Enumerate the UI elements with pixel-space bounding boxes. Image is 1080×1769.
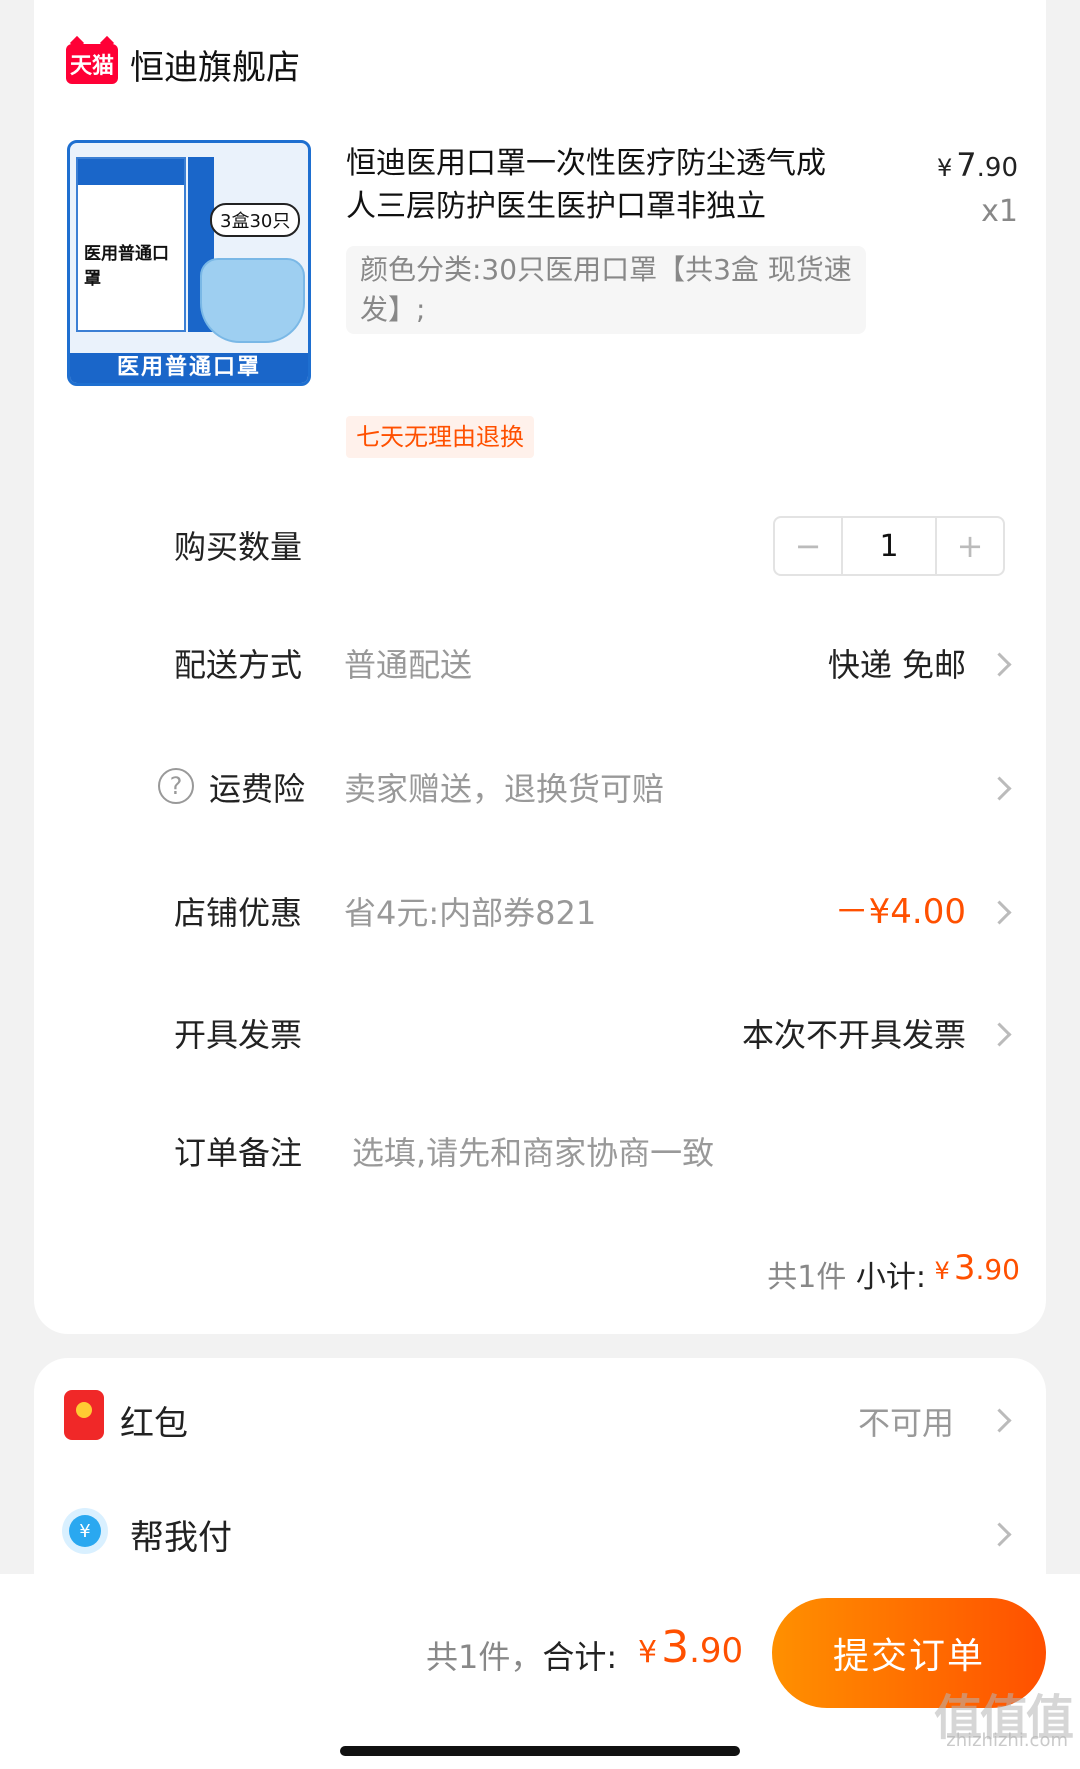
chevron-right-icon[interactable] bbox=[987, 1522, 1012, 1547]
delivery-sub: 普通配送 bbox=[344, 646, 473, 684]
subtotal-currency: ¥ bbox=[934, 1257, 950, 1285]
subtotal-dec: .90 bbox=[975, 1253, 1020, 1286]
product-price: ¥7.90 bbox=[937, 146, 1018, 184]
yuan-coin-icon: ¥ bbox=[62, 1508, 108, 1554]
shop-discount-value[interactable]: －¥4.00 bbox=[835, 884, 966, 933]
insurance-label: 运费险 bbox=[209, 770, 306, 808]
product-pack-pill: 3盒30只 bbox=[210, 203, 301, 237]
help-circle-icon[interactable]: ? bbox=[158, 768, 194, 804]
home-indicator[interactable] bbox=[340, 1746, 740, 1756]
chevron-right-icon[interactable] bbox=[987, 900, 1012, 925]
product-quantity: x1 bbox=[981, 194, 1018, 229]
subtotal-int: 3 bbox=[953, 1248, 976, 1288]
product-image-banner: 医用普通口罩 bbox=[70, 353, 308, 383]
yuan-coin-symbol: ¥ bbox=[69, 1515, 101, 1547]
chevron-right-icon[interactable] bbox=[987, 776, 1012, 801]
store-name[interactable]: 恒迪旗舰店 bbox=[130, 40, 300, 89]
total-currency: ¥ bbox=[638, 1635, 658, 1670]
shop-discount-sub: 省4元:内部券821 bbox=[344, 894, 597, 932]
chevron-right-icon[interactable] bbox=[987, 1408, 1012, 1433]
total-value: ¥3.90 bbox=[638, 1622, 743, 1673]
decrement-button[interactable]: − bbox=[775, 518, 841, 574]
quantity-value[interactable]: 1 bbox=[841, 518, 937, 574]
price-currency: ¥ bbox=[937, 154, 953, 182]
hongbao-value[interactable]: 不可用 bbox=[858, 1398, 954, 1444]
subtotal-label: 共1件 小计: bbox=[767, 1252, 926, 1296]
tmall-logo-icon: 天猫 bbox=[66, 44, 118, 84]
watermark-url: zhizhizhi.com bbox=[946, 1730, 1068, 1751]
total-text: 合计: bbox=[542, 1638, 618, 1676]
remark-label: 订单备注 bbox=[174, 1134, 303, 1172]
product-box-label: 医用普通口罩 bbox=[84, 244, 169, 289]
red-envelope-icon bbox=[64, 1390, 104, 1440]
total-label: 共1件，合计: bbox=[426, 1632, 617, 1678]
delivery-value[interactable]: 快递 免邮 bbox=[828, 640, 966, 686]
product-title[interactable]: 恒迪医用口罩一次性医疗防尘透气成人三层防护医生医护口罩非独立 bbox=[346, 142, 846, 228]
quantity-label: 购买数量 bbox=[174, 528, 303, 566]
product-image[interactable]: 医用普通口罩 3盒30只 医用普通口罩 bbox=[67, 140, 311, 386]
total-int: 3 bbox=[661, 1622, 690, 1673]
order-card: 天猫 恒迪旗舰店 医用普通口罩 3盒30只 医用普通口罩 恒迪医用口罩一次性医疗… bbox=[34, 0, 1046, 1334]
total-dec: .90 bbox=[689, 1631, 744, 1671]
delivery-label: 配送方式 bbox=[174, 646, 303, 684]
subtotal-value: ¥3.90 bbox=[935, 1248, 1020, 1288]
subtotal-count: 共1件 bbox=[767, 1260, 847, 1295]
shop-discount-label: 店铺优惠 bbox=[174, 894, 303, 932]
quantity-stepper[interactable]: − 1 + bbox=[773, 516, 1005, 576]
help-pay-label[interactable]: 帮我付 bbox=[130, 1510, 232, 1559]
price-dec: .90 bbox=[976, 153, 1018, 183]
mask-graphic bbox=[200, 258, 305, 343]
remark-input[interactable]: 选填,请先和商家协商一致 bbox=[352, 1128, 714, 1174]
total-count: 共1件， bbox=[426, 1638, 543, 1676]
subtotal-text: 小计: bbox=[855, 1260, 926, 1295]
increment-button[interactable]: + bbox=[937, 518, 1003, 574]
checkout-bar: 共1件，合计: ¥3.90 提交订单 值值值 zhizhizhi.com bbox=[0, 1574, 1080, 1769]
product-box-graphic: 医用普通口罩 bbox=[76, 157, 186, 332]
invoice-label: 开具发票 bbox=[174, 1016, 303, 1054]
invoice-value[interactable]: 本次不开具发票 bbox=[742, 1010, 966, 1056]
product-sku[interactable]: 颜色分类:30只医用口罩【共3盒 现货速发】; bbox=[346, 246, 866, 334]
price-int: 7 bbox=[956, 146, 977, 184]
hongbao-label[interactable]: 红包 bbox=[120, 1396, 188, 1445]
chevron-right-icon[interactable] bbox=[987, 1022, 1012, 1047]
chevron-right-icon[interactable] bbox=[987, 652, 1012, 677]
return-policy-tag: 七天无理由退换 bbox=[346, 416, 534, 458]
insurance-sub: 卖家赠送，退换货可赔 bbox=[344, 770, 665, 808]
